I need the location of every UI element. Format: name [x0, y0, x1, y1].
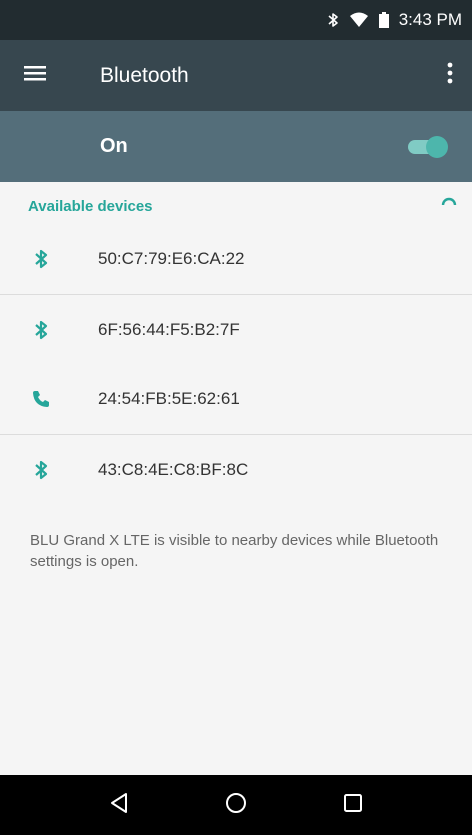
menu-button[interactable] — [0, 40, 84, 111]
device-name: 24:54:FB:5E:62:61 — [98, 389, 240, 408]
back-icon — [109, 792, 129, 819]
device-name: 6F:56:44:F5:B2:7F — [98, 319, 240, 339]
page-title: Bluetooth — [100, 63, 189, 87]
bluetooth-icon — [327, 12, 339, 28]
status-bar: 3:43 PM — [0, 0, 472, 40]
hamburger-menu-icon — [24, 64, 46, 87]
bluetooth-toggle[interactable] — [406, 135, 450, 159]
device-row[interactable]: 24:54:FB:5E:62:61 — [0, 364, 472, 434]
bluetooth-switch-bar[interactable]: On — [0, 111, 472, 182]
device-row[interactable]: 50:C7:79:E6:CA:22 — [0, 224, 472, 294]
battery-icon — [378, 12, 389, 28]
available-devices-header: Available devices — [0, 182, 472, 224]
device-name: 50:C7:79:E6:CA:22 — [98, 249, 245, 268]
bluetooth-icon — [0, 248, 98, 270]
wifi-icon — [349, 12, 369, 28]
device-name: 43:C8:4E:C8:BF:8C — [98, 459, 249, 479]
visibility-note: BLU Grand X LTE is visible to nearby dev… — [30, 532, 439, 570]
more-vert-icon — [447, 62, 453, 89]
recents-button[interactable] — [323, 775, 383, 835]
home-icon — [225, 792, 247, 819]
overflow-menu-button[interactable] — [428, 40, 472, 111]
app-bar: Bluetooth — [0, 40, 472, 111]
device-row[interactable]: 43:C8:4E:C8:BF:8C — [0, 434, 472, 504]
recents-icon — [343, 793, 363, 818]
section-title: Available devices — [28, 197, 153, 215]
home-button[interactable] — [206, 775, 266, 835]
navigation-bar — [0, 775, 472, 835]
status-time: 3:43 PM — [398, 10, 462, 29]
scanning-spinner-icon — [440, 193, 458, 211]
device-row[interactable]: 6F:56:44:F5:B2:7F — [0, 294, 472, 364]
toggle-thumb — [426, 135, 448, 158]
switch-label: On — [100, 135, 128, 157]
device-list-area: Available devices 50:C7:79:E6:CA:22 6F:5… — [0, 182, 472, 775]
phone-icon — [0, 389, 98, 409]
bluetooth-icon — [0, 459, 98, 481]
back-button[interactable] — [89, 775, 149, 835]
bluetooth-icon — [0, 319, 98, 341]
